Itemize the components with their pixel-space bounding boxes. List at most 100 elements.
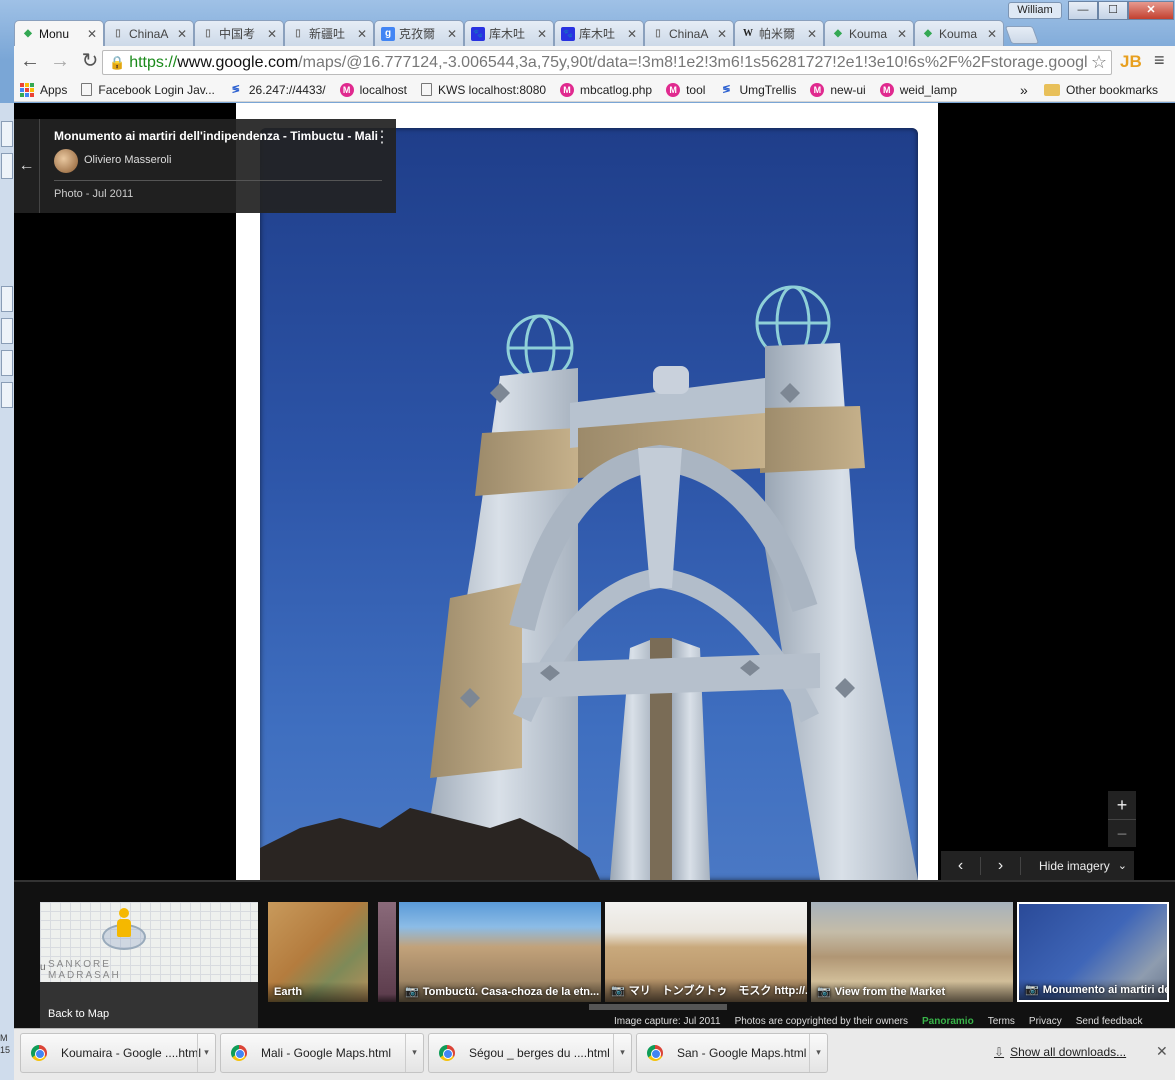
browser-tab[interactable]: 🐾 库木吐 ✕ — [464, 20, 554, 46]
back-arrow-icon[interactable]: ← — [14, 119, 40, 213]
close-tab-icon[interactable]: ✕ — [987, 27, 997, 41]
download-item[interactable]: Ségou _ berges du ....html ▾ — [428, 1033, 632, 1073]
chrome-file-icon — [231, 1045, 247, 1061]
download-menu-chevron-icon[interactable]: ▾ — [809, 1034, 827, 1072]
bookmarks-overflow-chevron[interactable]: » — [1020, 82, 1028, 98]
filmstrip-scrollbar[interactable] — [589, 1004, 727, 1010]
back-to-map-button[interactable]: Back to Map — [40, 982, 258, 1028]
bookmark-item[interactable]: Mtool — [666, 82, 705, 97]
privacy-link[interactable]: Privacy — [1029, 1016, 1062, 1027]
bookmark-item[interactable]: Apps — [20, 82, 67, 97]
browser-tab[interactable]: ◆ Monu ✕ — [14, 20, 104, 46]
left-edge-button[interactable] — [1, 350, 13, 376]
left-edge-button[interactable] — [1, 318, 13, 344]
bookmark-label: 26.247://4433/ — [248, 82, 326, 97]
close-tab-icon[interactable]: ✕ — [537, 27, 547, 41]
browser-tab[interactable]: ◆ Kouma ✕ — [914, 20, 1004, 46]
bookmark-item[interactable]: Mlocalhost — [339, 82, 407, 97]
download-item[interactable]: Mali - Google Maps.html ▾ — [220, 1033, 424, 1073]
close-tab-icon[interactable]: ✕ — [447, 27, 457, 41]
browser-tab[interactable]: ▯ 中国考 ✕ — [194, 20, 284, 46]
next-photo-button[interactable]: › — [981, 856, 1021, 875]
thumb-caption — [378, 994, 396, 1002]
bookmark-item[interactable]: Facebook Login Jav... — [81, 83, 215, 97]
profile-badge[interactable]: William — [1008, 2, 1062, 19]
chevron-down-icon[interactable]: ⌄ — [1118, 859, 1127, 872]
browser-tab[interactable]: 🐾 库木吐 ✕ — [554, 20, 644, 46]
thumb-mosque[interactable]: 📷 マリ トンブクトゥ モスク http://... — [605, 902, 807, 1002]
close-tab-icon[interactable]: ✕ — [627, 27, 637, 41]
more-options-icon[interactable]: ⋮ — [374, 127, 390, 147]
previous-photo-button[interactable]: ‹ — [941, 856, 981, 875]
minimize-button[interactable]: — — [1068, 1, 1098, 20]
close-tab-icon[interactable]: ✕ — [267, 27, 277, 41]
divider — [54, 180, 382, 181]
maximize-button[interactable]: ☐ — [1098, 1, 1128, 20]
menu-icon[interactable]: ≡ — [1154, 50, 1165, 71]
close-tab-icon[interactable]: ✕ — [807, 27, 817, 41]
close-tab-icon[interactable]: ✕ — [717, 27, 727, 41]
image-capture-date: Image capture: Jul 2011 — [614, 1016, 721, 1027]
send-feedback-link[interactable]: Send feedback — [1076, 1016, 1143, 1027]
bookmark-item[interactable]: ≶ 26.247://4433/ — [229, 83, 326, 97]
show-all-downloads-link[interactable]: ⇩ Show all downloads... — [994, 1045, 1126, 1059]
browser-tab[interactable]: ◆ Kouma ✕ — [824, 20, 914, 46]
browser-tab[interactable]: ▯ ChinaA ✕ — [644, 20, 734, 46]
zoom-out-button[interactable]: − — [1108, 819, 1136, 847]
download-menu-chevron-icon[interactable]: ▾ — [405, 1034, 423, 1072]
extension-jb-icon[interactable]: JB — [1120, 52, 1142, 72]
close-tab-icon[interactable]: ✕ — [357, 27, 367, 41]
new-tab-button[interactable] — [1004, 26, 1040, 44]
photo-author[interactable]: Oliviero Masseroli — [84, 154, 171, 166]
camera-icon: 📷 — [1025, 984, 1039, 996]
bookmark-item[interactable]: Mweid_lamp — [879, 82, 957, 97]
download-menu-chevron-icon[interactable]: ▾ — [613, 1034, 631, 1072]
bookmark-item[interactable]: Mnew-ui — [810, 82, 866, 97]
download-menu-chevron-icon[interactable]: ▾ — [197, 1034, 215, 1072]
back-arrow-icon[interactable]: ← — [16, 48, 44, 76]
thumb-tombuctu-hut[interactable]: 📷 Tombuctú. Casa-choza de la etn... — [399, 902, 601, 1002]
thumb-market-view[interactable]: 📷 View from the Market — [811, 902, 1013, 1002]
bookmark-item[interactable]: ≶ UmgTrellis — [719, 83, 796, 97]
other-bookmarks-folder[interactable]: Other bookmarks — [1044, 83, 1158, 97]
close-window-button[interactable]: ✕ — [1128, 1, 1174, 20]
forward-arrow-icon[interactable]: → — [46, 48, 74, 76]
tab-label: ChinaA — [669, 26, 709, 41]
left-edge-button[interactable] — [1, 382, 13, 408]
pegman-icon[interactable] — [113, 908, 135, 944]
download-item[interactable]: Koumaira - Google ....html ▾ — [20, 1033, 216, 1073]
tab-label: 库木吐 — [579, 27, 616, 41]
thumb-monument-selected[interactable]: 📷Monumento ai martiri dell'indi — [1017, 902, 1169, 1002]
thumb-caption-text: Tombuctú. Casa-choza de la etn... — [422, 986, 600, 998]
zoom-in-button[interactable]: + — [1108, 791, 1136, 819]
browser-tab[interactable]: g 克孜爾 ✕ — [374, 20, 464, 46]
browser-window: William — ☐ ✕ ◆ Monu ✕ ▯ ChinaA ✕ ▯ 中国考 ✕ ▯ 新疆吐 ✕ g 克… — [0, 0, 1175, 1080]
browser-tab[interactable]: ▯ ChinaA ✕ — [104, 20, 194, 46]
browser-tab[interactable]: ▯ 新疆吐 ✕ — [284, 20, 374, 46]
thumb-earth[interactable]: Earth — [268, 902, 368, 1002]
reload-icon[interactable]: ↻ — [76, 48, 104, 76]
browser-tab[interactable]: W 帕米爾 ✕ — [734, 20, 824, 46]
close-tab-icon[interactable]: ✕ — [87, 27, 97, 41]
bookmark-star-icon[interactable]: ☆ — [1091, 52, 1107, 73]
thumb-photo-partial[interactable] — [378, 902, 396, 1002]
left-edge-button[interactable] — [1, 153, 13, 179]
panoramio-logo[interactable]: Panoramio — [922, 1016, 974, 1027]
download-item[interactable]: San - Google Maps.html ▾ — [636, 1033, 828, 1073]
thumb-caption: 📷Monumento ai martiri dell'indi — [1019, 979, 1167, 1000]
left-edge-button[interactable] — [1, 286, 13, 312]
close-tab-icon[interactable]: ✕ — [897, 27, 907, 41]
window-controls: — ☐ ✕ — [1068, 1, 1174, 20]
address-bar[interactable]: 🔒 https:// www.google.com /maps/@16.7771… — [102, 50, 1112, 75]
left-edge-button[interactable] — [1, 121, 13, 147]
photo-filmstrip: SANKORE MADRASAH u Back to Map Earth 📷 To… — [14, 880, 1175, 1028]
close-shelf-icon[interactable]: ✕ — [1156, 1043, 1168, 1060]
bookmark-item[interactable]: Mmbcatlog.php — [560, 82, 652, 97]
terms-link[interactable]: Terms — [988, 1016, 1015, 1027]
close-tab-icon[interactable]: ✕ — [177, 27, 187, 41]
browser-toolbar: ← → ↻ 🔒 https:// www.google.com /maps/@1… — [14, 46, 1175, 78]
hide-imagery-button[interactable]: Hide imagery — [1039, 859, 1110, 873]
avatar[interactable] — [54, 149, 78, 173]
monument-photo[interactable] — [260, 128, 918, 880]
bookmark-item[interactable]: KWS localhost:8080 — [420, 83, 546, 97]
